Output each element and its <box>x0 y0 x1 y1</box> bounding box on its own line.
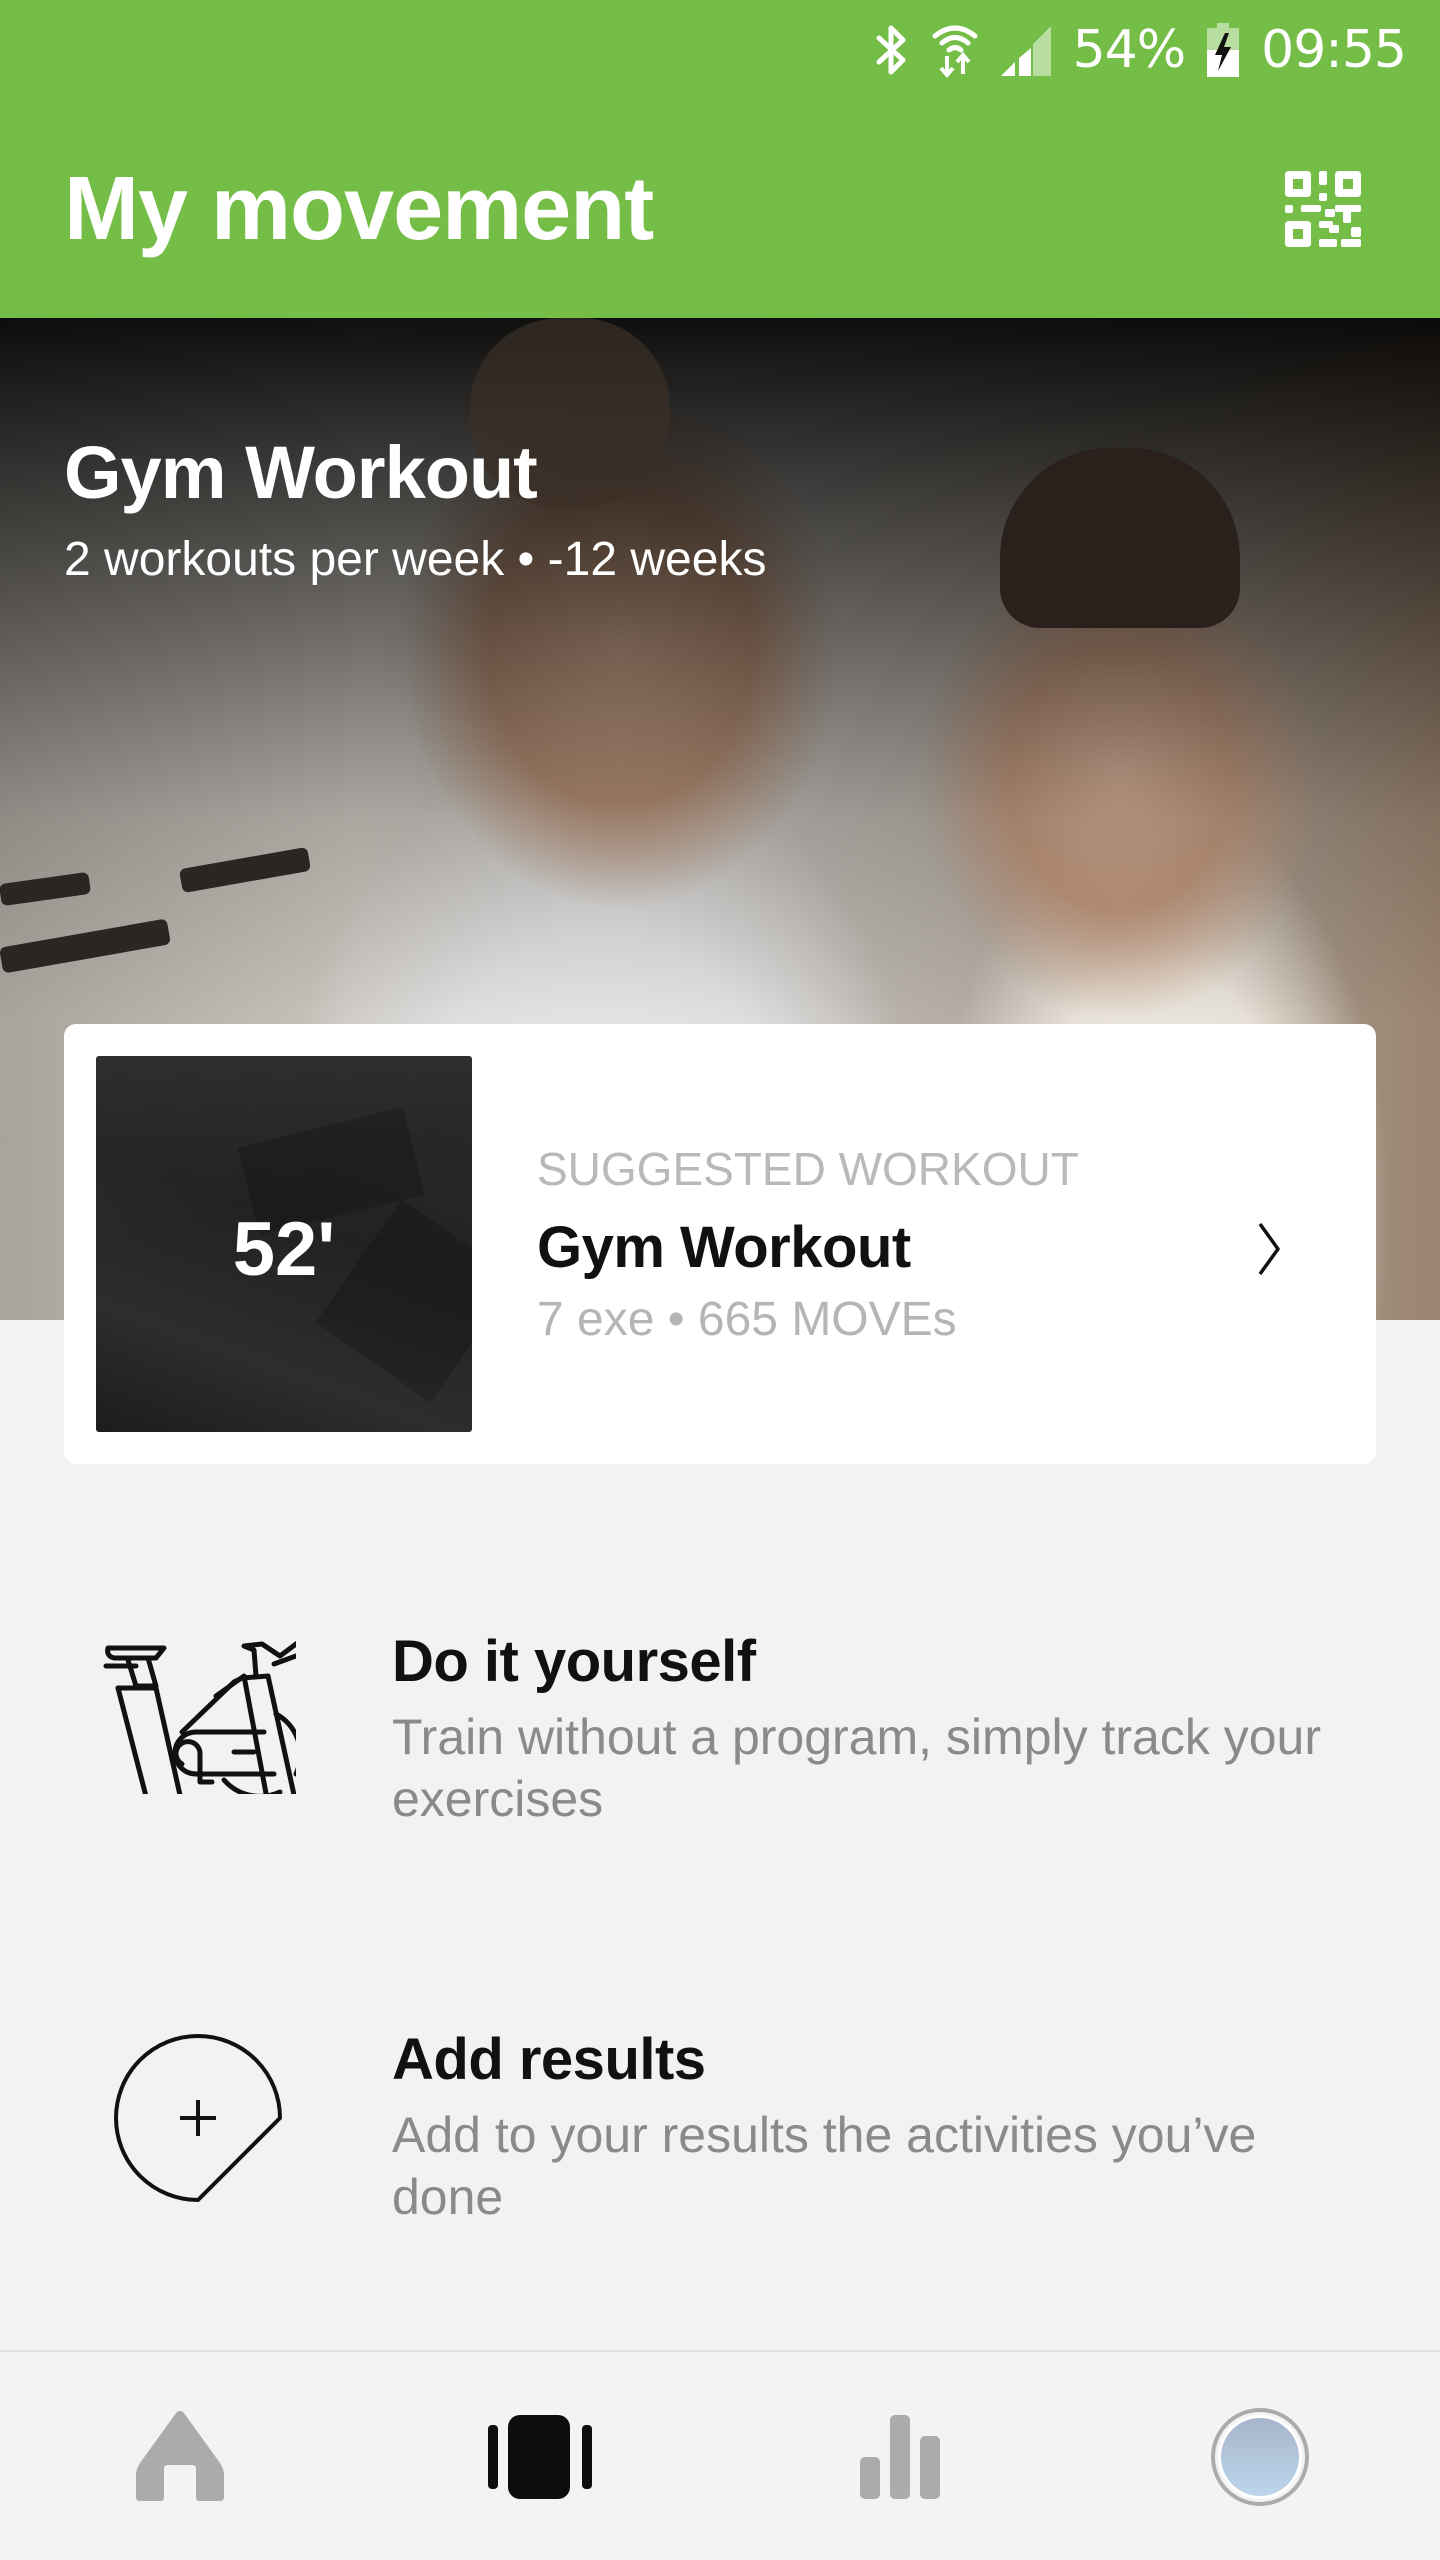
qr-code-button[interactable] <box>1278 164 1368 254</box>
hero-photo-detail <box>178 846 312 894</box>
workout-title: Gym Workout <box>537 1215 911 1280</box>
bluetooth-icon <box>875 22 909 78</box>
do-it-yourself-option[interactable]: Do it yourself Train without a program, … <box>0 1560 1440 1860</box>
option-title: Do it yourself <box>392 1629 756 1694</box>
workout-duration: 52' <box>232 1207 336 1292</box>
nav-workouts[interactable] <box>440 2392 640 2522</box>
bar-chart-icon <box>860 2415 940 2499</box>
app-bar: 54% 09:55 My movement <box>0 0 1440 318</box>
suggested-workout-card[interactable]: 52' SUGGESTED WORKOUT Gym Workout 7 exe … <box>64 1024 1376 1464</box>
workout-meta: 7 exe • 665 MOVEs <box>537 1293 957 1346</box>
status-bar: 54% 09:55 <box>875 14 1407 86</box>
hero-photo-detail <box>0 918 171 974</box>
program-subtitle: 2 workouts per week • -12 weeks <box>64 533 767 586</box>
battery-charging-icon <box>1207 23 1240 77</box>
page-title: My movement <box>64 159 654 259</box>
signal-icon <box>1000 24 1051 76</box>
avatar-icon <box>1211 2408 1309 2506</box>
workout-thumbnail: 52' <box>96 1056 472 1432</box>
nav-profile[interactable] <box>1160 2392 1360 2522</box>
add-results-option[interactable]: Add results Add to your results the acti… <box>0 1958 1440 2258</box>
suggested-label: SUGGESTED WORKOUT <box>537 1143 1079 1195</box>
hero-photo-detail <box>1000 448 1240 628</box>
clock: 09:55 <box>1261 20 1407 80</box>
nav-home[interactable] <box>80 2392 280 2522</box>
wifi-icon <box>931 22 979 78</box>
battery-percent: 54% <box>1072 20 1187 80</box>
home-icon <box>136 2411 224 2501</box>
option-description: Add to your results the activities you’v… <box>392 2107 1257 2225</box>
add-result-icon <box>114 2034 282 2202</box>
exercise-bike-icon <box>103 1640 296 1794</box>
qr-code-icon <box>1285 171 1361 247</box>
option-title: Add results <box>392 2027 706 2092</box>
option-description: Train without a program, simply track yo… <box>392 1709 1322 1827</box>
program-title: Gym Workout <box>64 431 538 514</box>
workouts-cards-icon <box>488 2415 592 2499</box>
nav-stats[interactable] <box>800 2392 1000 2522</box>
hero-photo-detail <box>0 871 92 907</box>
bottom-navigation <box>0 2350 1440 2560</box>
chevron-right-icon <box>1258 1222 1280 1276</box>
